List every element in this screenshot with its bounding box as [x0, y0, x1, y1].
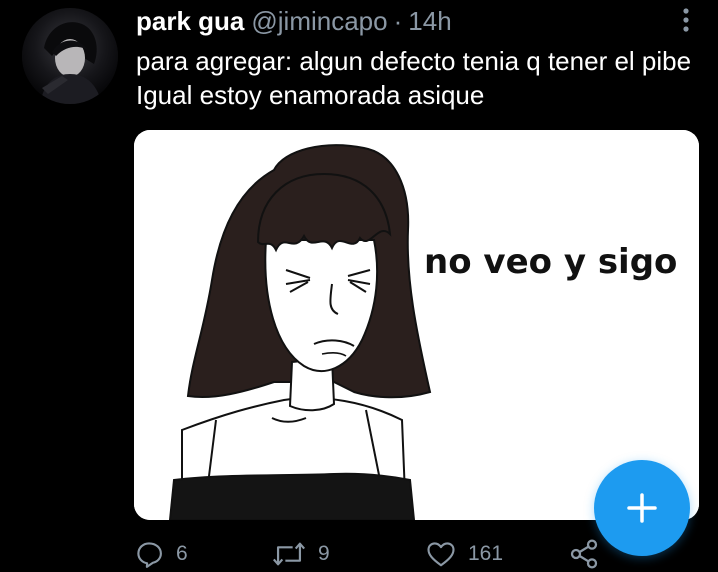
avatar[interactable] [22, 8, 118, 104]
user-handle[interactable]: @jimincapo [251, 4, 387, 38]
more-vertical-icon [683, 8, 689, 32]
like-count: 161 [468, 542, 504, 565]
tweet-text: para agregar: algun defecto tenia q tene… [136, 46, 692, 110]
retweet-button[interactable]: 9 [272, 536, 330, 572]
meme-caption: no veo y sigo [424, 242, 678, 282]
retweet-count: 9 [318, 542, 330, 565]
retweet-icon [272, 542, 306, 566]
black-dress [168, 472, 416, 520]
meme-illustration [134, 130, 699, 520]
share-icon [570, 539, 598, 569]
tweet-media[interactable]: no veo y sigo [134, 130, 699, 520]
plus-icon [627, 493, 657, 523]
tweet-card[interactable]: park gua @jimincapo · 14h para agregar: … [0, 0, 718, 572]
display-name[interactable]: park gua [136, 4, 244, 38]
heart-icon [427, 542, 455, 567]
timestamp[interactable]: 14h [408, 4, 451, 38]
tweet-action-bar: 6 9 161 [0, 536, 718, 572]
separator-dot: · [393, 6, 403, 36]
tweet-header: park gua @jimincapo · 14h [136, 4, 452, 38]
like-button[interactable]: 161 [426, 536, 503, 572]
avatar-image [22, 8, 118, 104]
share-button[interactable] [568, 536, 600, 572]
reply-count: 6 [176, 542, 188, 565]
reply-button[interactable]: 6 [134, 536, 188, 572]
reply-icon [137, 542, 162, 568]
more-options-button[interactable] [668, 4, 704, 36]
